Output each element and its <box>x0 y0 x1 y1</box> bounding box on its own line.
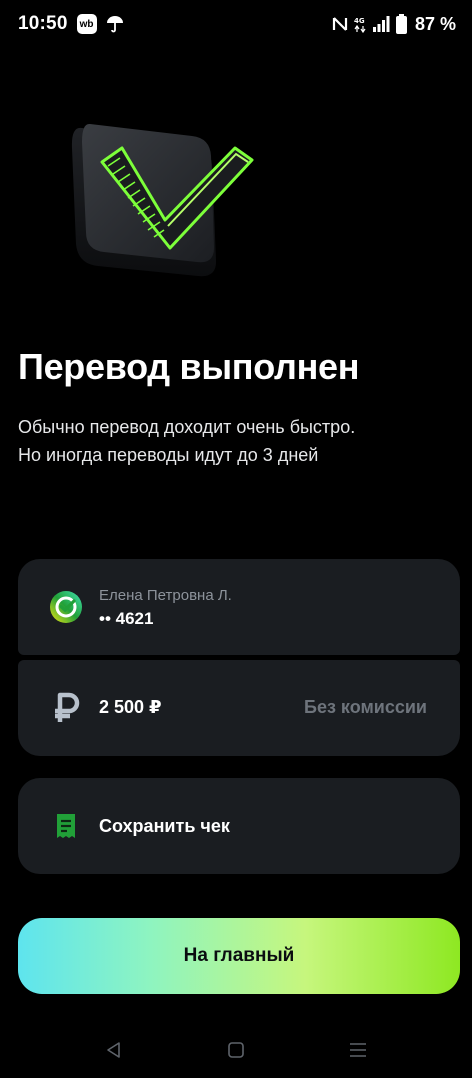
save-receipt-label: Сохранить чек <box>99 816 230 836</box>
svg-text:4G: 4G <box>354 17 365 25</box>
go-home-button[interactable]: На главный <box>18 918 460 994</box>
transfer-info-text: Обычно перевод доходит очень быстро. Но … <box>18 413 458 469</box>
commission-label: Без комиссии <box>304 697 427 717</box>
ruble-icon <box>50 691 82 725</box>
recipient-card: Елена Петровна Л. •• 4621 <box>18 559 460 655</box>
amount-card: 2 500 ₽ Без комиссии <box>18 660 460 756</box>
page-title: Перевод выполнен <box>18 346 360 387</box>
receipt-icon <box>50 810 82 842</box>
transfer-amount: 2 500 ₽ <box>99 697 162 717</box>
signal-icon <box>372 15 390 33</box>
save-receipt-button[interactable]: Сохранить чек <box>18 778 460 874</box>
success-checkmark-illustration <box>60 110 270 290</box>
recipient-account: •• 4621 <box>99 609 154 628</box>
nfc-icon <box>332 15 348 33</box>
recents-icon[interactable] <box>347 1039 369 1061</box>
wb-icon: wb <box>76 14 97 34</box>
transfer-info-line-2: Но иногда переводы идут до 3 дней <box>18 445 319 465</box>
battery-icon <box>395 14 407 34</box>
umbrella-icon <box>105 14 125 34</box>
back-icon[interactable] <box>103 1039 125 1061</box>
status-indicators: 4G 87 % <box>332 14 456 35</box>
status-time: 10:50 <box>18 13 68 34</box>
battery-percentage: 87 % <box>414 13 456 34</box>
recipient-name: Елена Петровна Л. <box>99 587 232 604</box>
status-bar: 10:50 wb 4G 87 % <box>0 0 472 48</box>
sber-icon <box>50 591 82 623</box>
transfer-info-line-1: Обычно перевод доходит очень быстро. <box>18 417 356 437</box>
home-icon[interactable] <box>225 1039 247 1061</box>
lte-icon: 4G <box>354 15 366 33</box>
system-nav-bar <box>0 1022 472 1078</box>
